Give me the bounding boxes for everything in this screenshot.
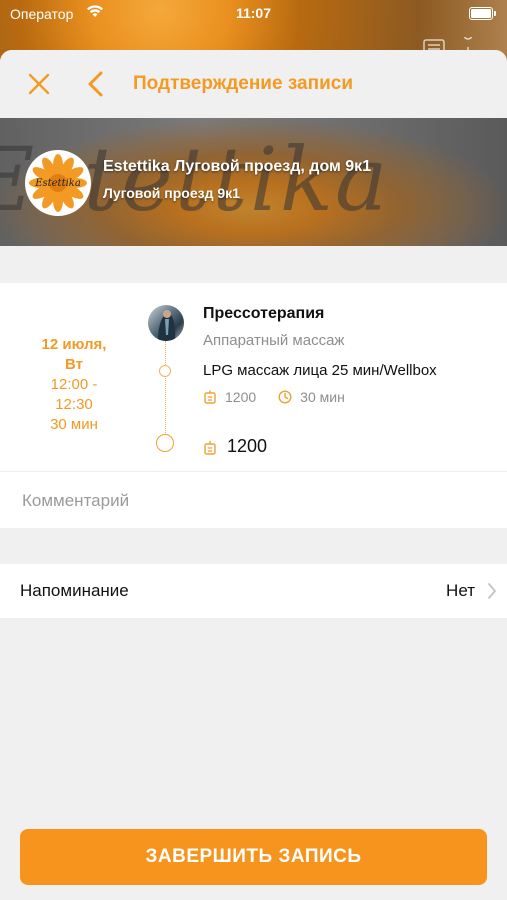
reminder-label: Напоминание <box>20 581 129 600</box>
status-bar: Оператор 11:07 <box>0 0 507 28</box>
service-name: LPG массаж лица 25 мин/Wellbox <box>203 362 437 379</box>
service-meta: 1200 30 мин <box>203 389 345 405</box>
total-price: 1200 <box>227 436 268 456</box>
booking-weekday: Вт <box>65 356 83 373</box>
service-category: Аппаратный массаж <box>203 332 345 349</box>
reminder-row[interactable]: Напоминание Нет <box>0 564 507 618</box>
booking-duration: 30 мин <box>50 416 98 433</box>
logo-text: Estettika <box>34 178 81 189</box>
booking-total: 1200 <box>203 436 267 457</box>
comment-input[interactable] <box>20 472 484 530</box>
chevron-left-icon[interactable] <box>86 71 106 97</box>
timeline-end-dot <box>156 434 174 452</box>
booking-time-end: 12:30 <box>55 396 93 413</box>
price-tag-icon <box>203 439 217 455</box>
master-name: Прессотерапия <box>203 305 325 322</box>
clock-icon <box>278 390 292 404</box>
salon-name: Estettika Луговой проезд, дом 9к1 <box>103 158 372 175</box>
master-avatar <box>148 305 184 341</box>
navigation-bar: Подтверждение записи <box>0 50 507 118</box>
timeline-line <box>165 341 166 441</box>
comment-row <box>0 471 507 530</box>
clock: 11:07 <box>235 5 272 21</box>
service-price: 1200 <box>225 389 257 405</box>
booking-card: 12 июля, Вт 12:00 - 12:30 30 мин Прессот… <box>0 283 507 471</box>
price-tag-icon <box>203 390 217 404</box>
reminder-value: Нет <box>446 581 475 600</box>
salon-header: Estettika Estettika Estettika Луговой пр… <box>0 118 507 246</box>
salon-address: Луговой проезд 9к1 <box>103 185 240 201</box>
booking-time-start: 12:00 - <box>50 376 98 393</box>
page-title: Подтверждение записи <box>133 73 353 94</box>
battery-icon <box>469 7 496 20</box>
salon-logo: Estettika <box>25 150 91 216</box>
booking-datetime: 12 июля, Вт 12:00 - 12:30 30 мин <box>10 335 138 435</box>
booking-date: 12 июля, <box>41 336 107 353</box>
service-duration: 30 мин <box>300 389 345 405</box>
close-icon[interactable] <box>27 72 51 96</box>
chevron-right-icon <box>487 582 497 600</box>
finish-booking-button[interactable]: ЗАВЕРШИТЬ ЗАПИСЬ <box>20 829 487 885</box>
confirmation-sheet: Подтверждение записи Estettika Estettika… <box>0 50 507 900</box>
timeline-dot <box>159 365 171 377</box>
